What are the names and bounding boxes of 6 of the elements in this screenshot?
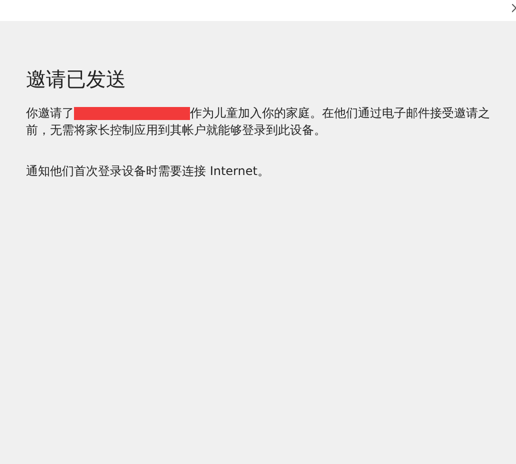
message-text: 作为儿童加入你的家庭。在他们通过电子邮件接受邀请之 — [190, 105, 490, 122]
message-text: 你邀请了 — [26, 105, 74, 122]
dialog-title: 邀请已发送 — [26, 66, 127, 93]
note-text: 通知他们首次登录设备时需要连接 Internet。 — [26, 163, 270, 180]
message-text: 前，无需将家长控制应用到其帐户就能够登录到此设备。 — [26, 122, 327, 139]
close-icon[interactable] — [512, 4, 516, 13]
